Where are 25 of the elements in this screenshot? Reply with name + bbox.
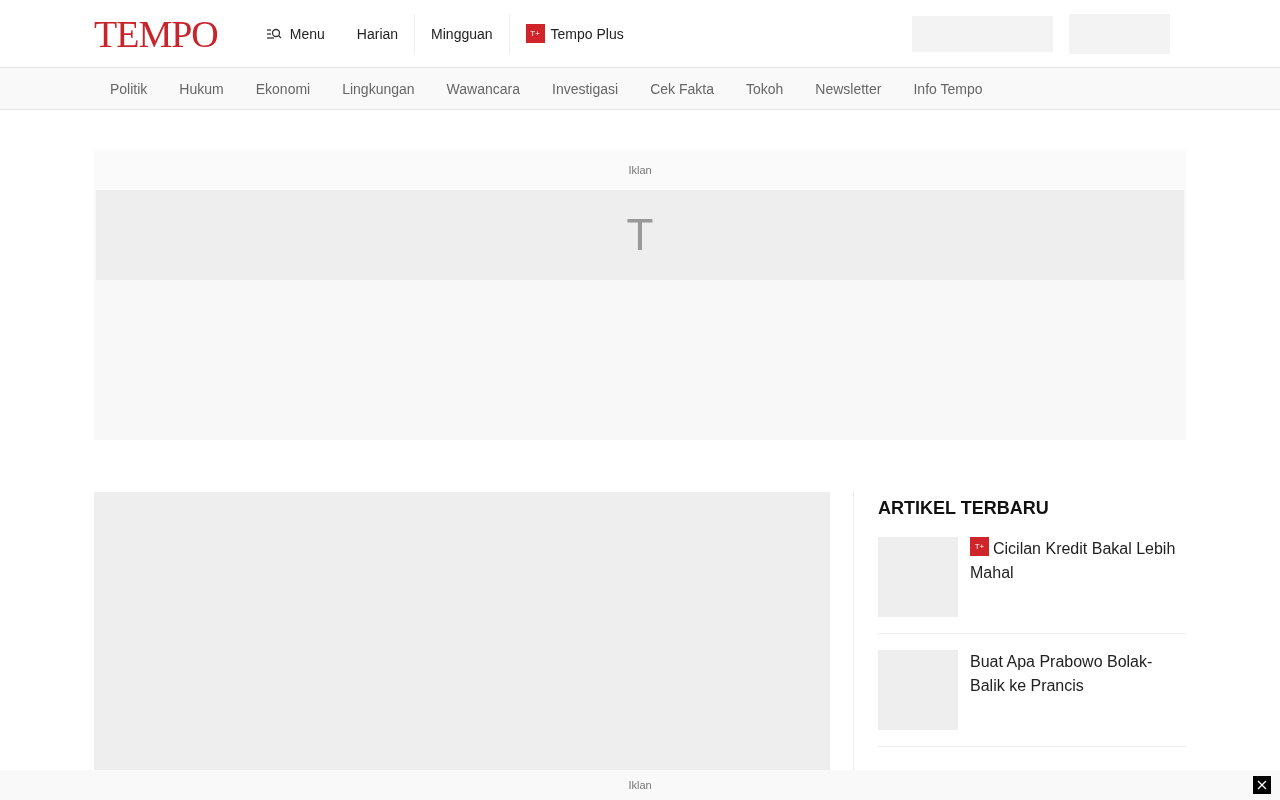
ad-label: Iklan (628, 779, 652, 791)
header-link[interactable]: Harian (340, 13, 415, 54)
category-link[interactable]: Ekonomi (239, 80, 327, 97)
category-link[interactable]: Newsletter (799, 80, 898, 97)
header-link[interactable]: T+ Tempo Plus (508, 13, 640, 54)
close-button[interactable] (1253, 776, 1271, 794)
tempo-plus-badge: T+ (970, 537, 989, 557)
category-link[interactable]: Wawancara (430, 80, 536, 97)
category-link[interactable]: Info Tempo (897, 80, 999, 97)
category-link[interactable]: Cek Fakta (634, 80, 730, 97)
close-icon (1257, 780, 1267, 790)
ad-logo: T (626, 210, 654, 260)
logo[interactable]: TEMPO (94, 14, 218, 53)
menu-search-icon (265, 27, 282, 40)
article-title[interactable]: Buat Apa Prabowo Bolak-Balik ke Prancis (970, 650, 1186, 730)
category-link[interactable]: Politik (94, 80, 164, 97)
tempo-plus-badge: T+ (525, 24, 545, 43)
category-link[interactable]: Investigasi (536, 80, 635, 97)
category-link[interactable]: Tokoh (729, 80, 800, 97)
header-link[interactable]: Mingguan (414, 13, 509, 54)
article-title[interactable]: T+ Cicilan Kredit Bakal Lebih Mahal (970, 537, 1186, 617)
category-link[interactable]: Lingkungan (326, 80, 431, 97)
category-link[interactable]: Hukum (163, 80, 240, 97)
menu-button[interactable]: Menu (265, 25, 341, 42)
section-title: ARTIKEL TERBARU (878, 498, 1050, 519)
